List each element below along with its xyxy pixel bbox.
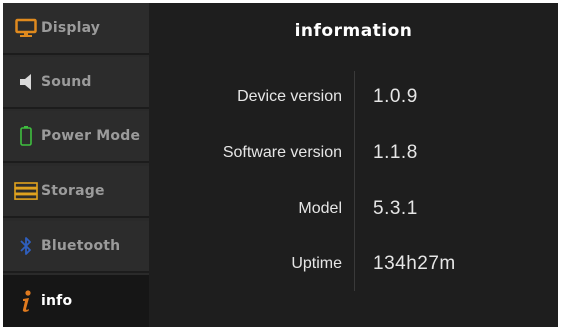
device-version-label: Device version — [237, 88, 342, 105]
storage-icon — [14, 179, 38, 203]
sidebar-item-label: Sound — [41, 74, 92, 90]
sidebar-item-label: Display — [41, 20, 101, 36]
sidebar-item-display[interactable]: Display — [3, 3, 149, 55]
device-version-value: 1.0.9 — [373, 86, 418, 107]
sidebar: Display Sound Power Mode Storage Bluetoo… — [3, 3, 149, 327]
sidebar-item-label: Storage — [41, 183, 105, 199]
sidebar-item-power-mode[interactable]: Power Mode — [3, 111, 149, 163]
software-version-label: Software version — [222, 144, 342, 161]
device-screen: Display Sound Power Mode Storage Bluetoo… — [3, 3, 558, 327]
info-panel: information Device version 1.0.9 Softwar… — [149, 3, 558, 327]
sidebar-item-sound[interactable]: Sound — [3, 57, 149, 109]
sidebar-item-bluetooth[interactable]: Bluetooth — [3, 221, 149, 273]
software-version-value: 1.1.8 — [373, 142, 418, 163]
model-label: Model — [298, 200, 342, 217]
info-icon — [14, 289, 38, 313]
sidebar-item-label: Bluetooth — [41, 238, 121, 254]
battery-icon — [14, 124, 38, 148]
monitor-icon — [14, 16, 38, 40]
sidebar-item-info[interactable]: info — [3, 275, 149, 327]
sidebar-item-label: Power Mode — [41, 128, 141, 144]
column-divider — [354, 71, 355, 291]
model-value: 5.3.1 — [373, 198, 418, 219]
sidebar-item-storage[interactable]: Storage — [3, 166, 149, 218]
bluetooth-icon — [14, 234, 38, 258]
uptime-value: 134h27m — [373, 253, 456, 274]
speaker-icon — [14, 70, 38, 94]
uptime-label: Uptime — [291, 255, 342, 272]
page-title: information — [294, 21, 413, 41]
sidebar-item-label: info — [41, 293, 73, 309]
